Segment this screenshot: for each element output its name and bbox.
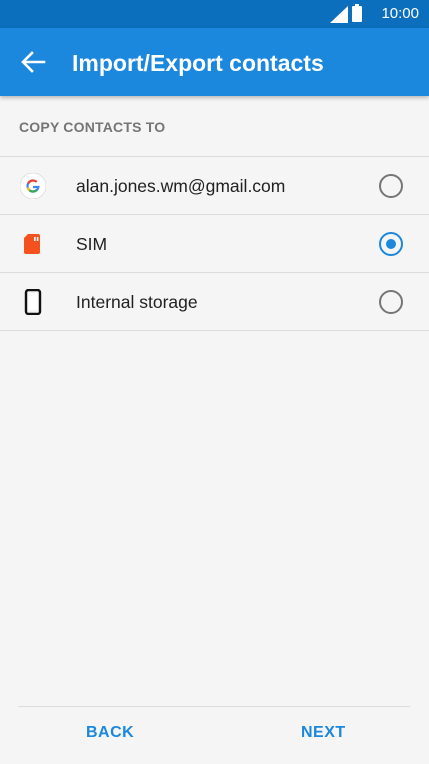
status-bar: 10:00 [0, 0, 429, 28]
section-header: COPY CONTACTS TO [19, 119, 166, 135]
signal-icon [330, 6, 348, 23]
sim-card-icon [24, 234, 40, 254]
footer-divider [18, 706, 410, 707]
list-item-sim[interactable]: SIM [0, 214, 429, 272]
next-button[interactable]: NEXT [301, 724, 346, 742]
arrow-left-icon[interactable] [20, 50, 46, 74]
radio-sim[interactable] [379, 232, 403, 256]
list-item-google-account[interactable]: alan.jones.wm@gmail.com [0, 156, 429, 214]
radio-selected-dot [386, 239, 396, 249]
list-item-internal-storage[interactable]: Internal storage [0, 272, 429, 331]
radio-internal-storage[interactable] [379, 290, 403, 314]
option-label: SIM [76, 234, 108, 254]
status-time: 10:00 [381, 5, 419, 22]
app-bar: Import/Export contacts [0, 28, 429, 96]
back-button[interactable]: BACK [86, 724, 134, 742]
battery-icon [352, 4, 362, 22]
google-icon [20, 173, 46, 199]
radio-google-account[interactable] [379, 174, 403, 198]
option-label: alan.jones.wm@gmail.com [76, 176, 286, 196]
page-title: Import/Export contacts [72, 50, 324, 76]
phone-icon [24, 289, 42, 315]
destination-list: alan.jones.wm@gmail.com SIM Internal sto… [0, 156, 429, 331]
option-label: Internal storage [76, 292, 198, 312]
